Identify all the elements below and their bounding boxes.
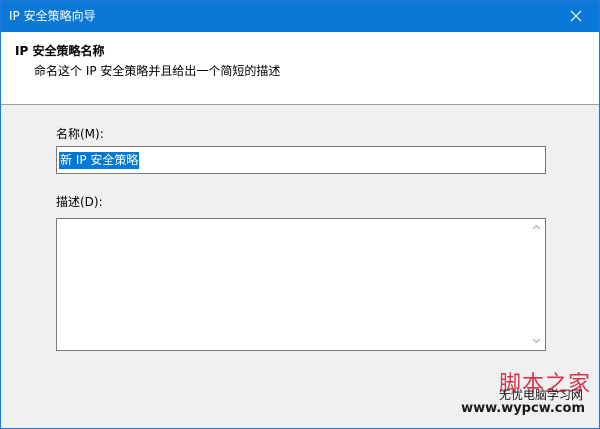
scroll-down-button[interactable] — [528, 333, 545, 350]
name-label: 名称(M): — [56, 127, 104, 141]
name-input-value: 新 IP 安全策略 — [59, 152, 140, 169]
wizard-header: IP 安全策略名称 命名这个 IP 安全策略并且给出一个简短的描述 — [1, 32, 599, 105]
name-input[interactable]: 新 IP 安全策略 — [56, 146, 546, 174]
site-watermark: 脚本之家 无忧电脑学习网 www.wypcw.com — [451, 366, 591, 418]
description-textarea[interactable] — [56, 218, 546, 351]
description-label: 描述(D): — [56, 195, 103, 209]
close-button[interactable] — [553, 1, 599, 32]
title-bar[interactable]: IP 安全策略向导 — [1, 1, 599, 32]
scroll-up-button[interactable] — [528, 219, 545, 236]
watermark-url: www.wypcw.com — [461, 401, 585, 416]
window-title: IP 安全策略向导 — [9, 9, 96, 23]
page-subtitle: 命名这个 IP 安全策略并且给出一个简短的描述 — [34, 64, 281, 78]
chevron-up-icon — [532, 224, 541, 230]
close-icon — [570, 10, 582, 22]
chevron-down-icon — [532, 338, 541, 344]
description-scrollbar[interactable] — [528, 219, 545, 350]
ip-security-policy-wizard-dialog: IP 安全策略向导 IP 安全策略名称 命名这个 IP 安全策略并且给出一个简短… — [0, 0, 600, 429]
page-title: IP 安全策略名称 — [15, 44, 105, 58]
